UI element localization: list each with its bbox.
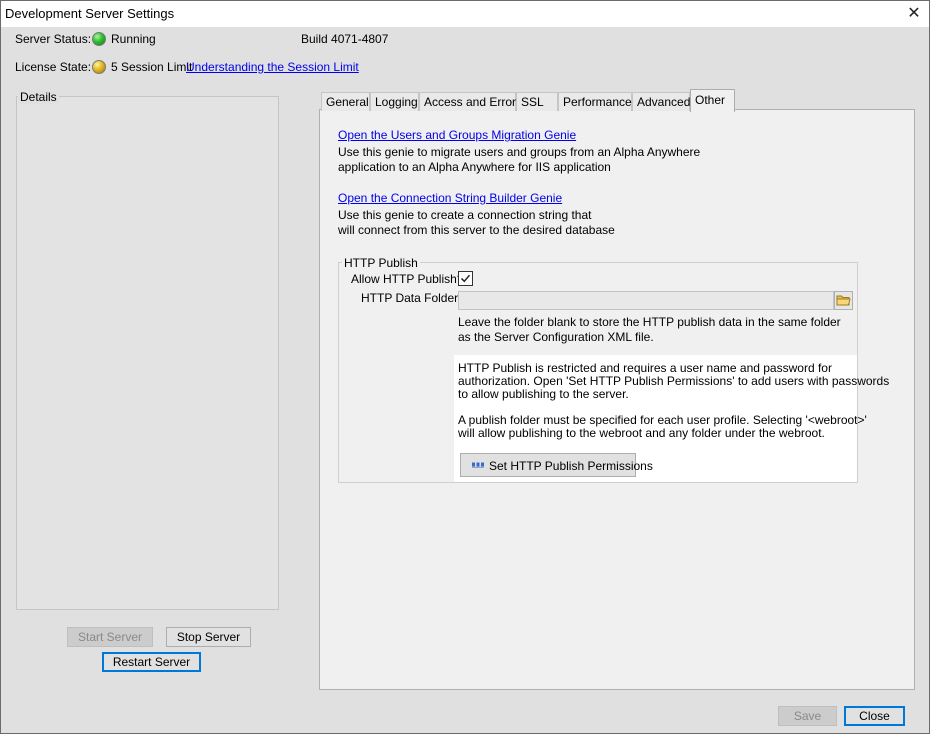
license-indicator-icon — [92, 60, 106, 74]
info-line-4: A publish folder must be specified for e… — [458, 413, 867, 427]
window-title: Development Server Settings — [5, 6, 175, 21]
set-http-publish-permissions-label: Set HTTP Publish Permissions — [489, 459, 653, 473]
server-status-label: Server Status: — [15, 32, 92, 46]
migration-description-line-2: application to an Alpha Anywhere for IIS… — [338, 160, 611, 174]
connection-description-line-1: Use this genie to create a connection st… — [338, 208, 592, 222]
stop-server-button[interactable]: Stop Server — [166, 627, 251, 647]
tab-access-and-errors[interactable]: Access and Errors — [419, 92, 522, 111]
connection-description-line-2: will connect from this server to the des… — [338, 223, 615, 237]
build-number: Build 4071-4807 — [301, 32, 389, 46]
checkmark-icon — [460, 274, 471, 283]
users-icon — [472, 462, 484, 468]
migration-genie-link[interactable]: Open the Users and Groups Migration Geni… — [338, 128, 576, 142]
allow-http-publish-checkbox[interactable] — [458, 271, 473, 286]
info-line-5: will allow publishing to the webroot and… — [458, 426, 825, 440]
allow-http-publish-label: Allow HTTP Publish? — [351, 272, 464, 286]
details-label: Details — [18, 90, 59, 104]
server-running-indicator-icon — [92, 32, 106, 46]
tab-general[interactable]: General — [321, 92, 370, 111]
folder-note-line-1: Leave the folder blank to store the HTTP… — [458, 315, 841, 329]
dialog-window: Development Server Settings ✕ Server Sta… — [0, 0, 930, 734]
save-button[interactable]: Save — [778, 706, 837, 726]
details-panel — [16, 96, 279, 610]
license-state-value: 5 Session Limit — [111, 60, 193, 74]
session-limit-link[interactable]: Understanding the Session Limit — [186, 60, 359, 74]
dialog-content: Server Status: Running Build 4071-4807 L… — [1, 27, 929, 733]
http-publish-group-label: HTTP Publish — [342, 256, 420, 270]
tab-logging[interactable]: Logging — [370, 92, 419, 111]
tab-advanced[interactable]: Advanced — [632, 92, 690, 111]
server-status-value: Running — [111, 32, 156, 46]
info-line-3: to allow publishing to the server. — [458, 387, 629, 401]
tab-performance[interactable]: Performance — [558, 92, 632, 111]
restart-server-button[interactable]: Restart Server — [102, 652, 201, 672]
tab-other[interactable]: Other — [690, 89, 735, 112]
info-line-1: HTTP Publish is restricted and requires … — [458, 361, 832, 375]
start-server-button[interactable]: Start Server — [67, 627, 153, 647]
set-http-publish-permissions-button[interactable]: Set HTTP Publish Permissions — [460, 453, 653, 477]
browse-folder-button[interactable] — [834, 291, 853, 310]
folder-icon — [836, 295, 851, 306]
close-icon[interactable]: ✕ — [899, 1, 929, 27]
migration-description-line-1: Use this genie to migrate users and grou… — [338, 145, 701, 159]
info-line-2: authorization. Open 'Set HTTP Publish Pe… — [458, 374, 890, 388]
title-bar: Development Server Settings ✕ — [1, 1, 929, 27]
tab-ssl[interactable]: SSL — [516, 92, 558, 111]
http-data-folder-label: HTTP Data Folder — [361, 291, 459, 305]
http-data-folder-input[interactable] — [458, 291, 834, 310]
close-button[interactable]: Close — [844, 706, 905, 726]
folder-note-line-2: as the Server Configuration XML file. — [458, 330, 654, 344]
connection-string-genie-link[interactable]: Open the Connection String Builder Genie — [338, 191, 562, 205]
license-state-label: License State: — [15, 60, 92, 74]
